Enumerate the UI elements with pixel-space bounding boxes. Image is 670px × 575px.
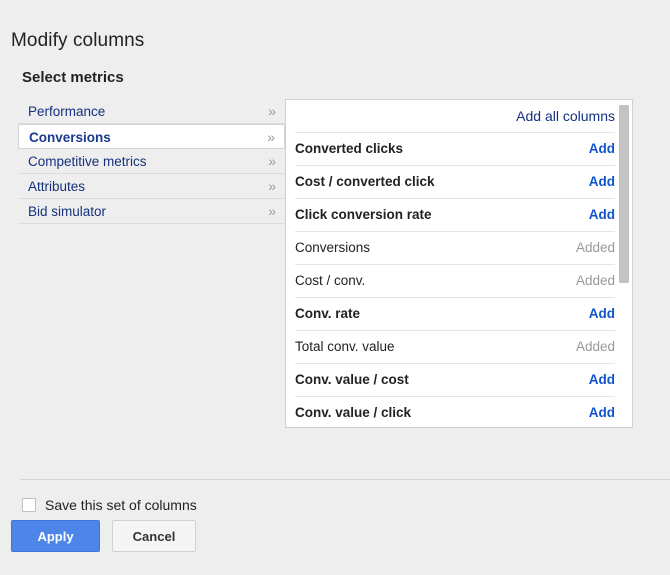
cancel-button[interactable]: Cancel: [112, 520, 196, 552]
metric-name: Converted clicks: [295, 133, 403, 165]
sidebar-item-performance[interactable]: Performance »: [18, 99, 285, 124]
add-all-columns-link[interactable]: Add all columns: [516, 108, 615, 124]
metrics-list: Add all columns Converted clicks Add Cos…: [286, 100, 632, 427]
apply-button[interactable]: Apply: [11, 520, 100, 552]
dialog-body: Performance » Conversions » Competitive …: [0, 99, 670, 439]
scrollbar[interactable]: [618, 101, 631, 428]
metric-name: Click conversion rate: [295, 199, 432, 231]
chevron-double-right-icon: »: [267, 125, 275, 150]
save-columns-row: Save this set of columns: [22, 497, 197, 513]
category-list: Performance » Conversions » Competitive …: [18, 99, 285, 224]
add-all-columns-row: Add all columns: [295, 100, 615, 133]
sidebar-item-conversions[interactable]: Conversions »: [18, 124, 285, 149]
table-row[interactable]: Cost / converted click Add: [295, 166, 615, 199]
metric-name: Conv. value / click: [295, 397, 411, 427]
chevron-double-right-icon: »: [268, 99, 276, 124]
metric-added-status: Added: [576, 232, 615, 264]
metrics-panel: Add all columns Converted clicks Add Cos…: [285, 99, 633, 428]
chevron-double-right-icon: »: [268, 149, 276, 174]
metric-name: Cost / conv.: [295, 265, 365, 297]
category-label: Conversions: [29, 130, 111, 145]
category-label: Competitive metrics: [28, 154, 147, 169]
sidebar-item-attributes[interactable]: Attributes »: [18, 174, 285, 199]
metric-added-status: Added: [576, 331, 615, 363]
category-label: Attributes: [28, 179, 85, 194]
modify-columns-dialog: { "dialog": { "title": "Modify columns",…: [0, 0, 670, 575]
metric-add-button[interactable]: Add: [589, 133, 615, 165]
save-columns-label: Save this set of columns: [45, 497, 197, 513]
save-columns-checkbox[interactable]: [22, 498, 36, 512]
table-row[interactable]: Converted clicks Add: [295, 133, 615, 166]
chevron-double-right-icon: »: [268, 174, 276, 199]
table-row: Cost / conv. Added: [295, 265, 615, 298]
metrics-scroll-area[interactable]: Add all columns Converted clicks Add Cos…: [286, 100, 632, 427]
category-label: Performance: [28, 104, 105, 119]
table-row[interactable]: Click conversion rate Add: [295, 199, 615, 232]
metric-name: Cost / converted click: [295, 166, 435, 198]
metric-name: Conv. rate: [295, 298, 360, 330]
metric-name: Conversions: [295, 232, 370, 264]
metric-add-button[interactable]: Add: [589, 397, 615, 427]
page-title: Modify columns: [11, 30, 144, 52]
table-row: Total conv. value Added: [295, 331, 615, 364]
metric-name: Conv. value / cost: [295, 364, 409, 396]
metric-add-button[interactable]: Add: [589, 364, 615, 396]
section-heading: Select metrics: [22, 69, 124, 86]
metric-add-button[interactable]: Add: [589, 298, 615, 330]
table-row[interactable]: Conv. rate Add: [295, 298, 615, 331]
dialog-actions: Apply Cancel: [11, 520, 196, 552]
metric-name: Total conv. value: [295, 331, 395, 363]
table-row[interactable]: Conv. value / click Add: [295, 397, 615, 427]
sidebar-item-bid-simulator[interactable]: Bid simulator »: [18, 199, 285, 224]
metric-add-button[interactable]: Add: [589, 166, 615, 198]
chevron-double-right-icon: »: [268, 199, 276, 224]
category-label: Bid simulator: [28, 204, 106, 219]
metric-add-button[interactable]: Add: [589, 199, 615, 231]
table-row[interactable]: Conv. value / cost Add: [295, 364, 615, 397]
table-row: Conversions Added: [295, 232, 615, 265]
footer-divider: [20, 479, 670, 480]
metric-added-status: Added: [576, 265, 615, 297]
sidebar-item-competitive-metrics[interactable]: Competitive metrics »: [18, 149, 285, 174]
scrollbar-thumb[interactable]: [619, 105, 629, 283]
